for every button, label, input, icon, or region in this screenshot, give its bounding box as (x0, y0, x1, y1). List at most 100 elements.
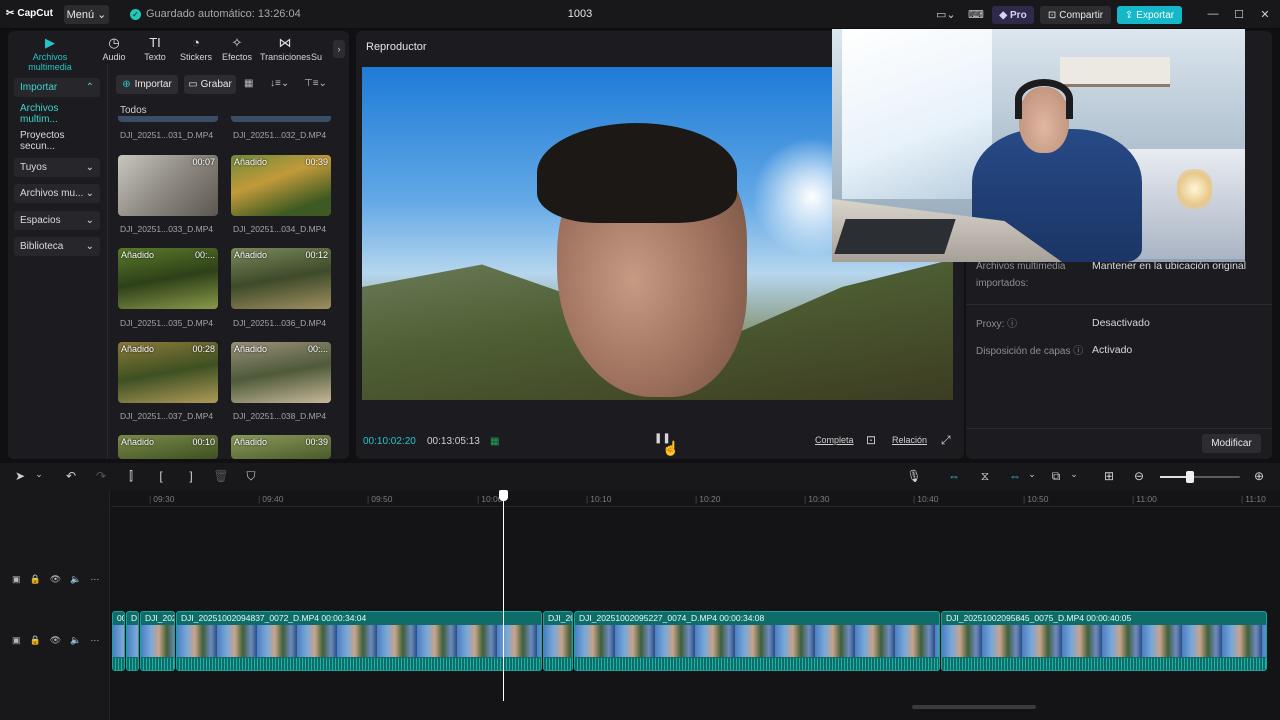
media-thumbnail[interactable]: 00:07 (118, 155, 218, 216)
marker-icon[interactable]: ⛉ (243, 469, 259, 484)
modify-button[interactable]: Modificar (1202, 434, 1261, 453)
focus-icon[interactable]: ⊡ (866, 433, 876, 447)
media-filename: DJI_20251...038_D.MP4 (233, 411, 327, 421)
clip-label: 00 (117, 613, 124, 623)
media-thumbnail[interactable]: Añadido 00:39 (231, 155, 331, 216)
tab-stickers[interactable]: ◔ Stickers (173, 35, 219, 62)
lock-icon[interactable]: 🔒 (30, 574, 41, 585)
sidebar-item-library[interactable]: Biblioteca ⌄ (14, 237, 100, 256)
timeline-clip[interactable]: 00 (112, 611, 125, 671)
preview-axis-icon[interactable]: ⧉ (1048, 469, 1064, 484)
tab-subtitles[interactable]: Su (311, 35, 327, 62)
timeline-clip[interactable]: DJI_20251002095227_0074_D.MP4 00:00:34:0… (574, 611, 940, 671)
timecode-grid-icon[interactable]: ▦ (490, 436, 499, 447)
import-button[interactable]: ⊕ Importar (116, 75, 178, 94)
track-cover-icon[interactable]: ▣ (12, 574, 21, 585)
timeline-clip[interactable]: DJI_20251002094837_0072_D.MP4 00:00:34:0… (176, 611, 542, 671)
record-button[interactable]: ▭ Grabar (184, 75, 236, 94)
delete-icon[interactable]: 🗑 (213, 469, 229, 483)
speaker-icon[interactable]: 🔈 (70, 635, 81, 646)
eye-icon[interactable]: 👁 (50, 635, 61, 646)
sidebar-item-media-files[interactable]: Archivos multim... (14, 103, 100, 125)
share-icon: ⊡ (1047, 9, 1057, 21)
menu-label: Menú (66, 8, 95, 21)
ratio-button[interactable]: Relación (892, 435, 927, 445)
timeline-scrollbar[interactable] (912, 705, 1036, 709)
link-icon[interactable]: ⇔ (1007, 469, 1023, 483)
media-thumbnail[interactable]: Añadido 00:28 (118, 342, 218, 403)
sidebar-item-yours[interactable]: Tuyos ⌄ (14, 158, 100, 177)
pro-button[interactable]: ◆ Pro (992, 6, 1034, 24)
select-tool-icon[interactable]: ➤ (12, 469, 28, 483)
export-button[interactable]: ⇪ Exportar (1117, 6, 1182, 24)
split-left-icon[interactable]: [ (153, 469, 169, 483)
fullscreen-icon[interactable]: ⤢ (941, 433, 951, 448)
clip-label: D (131, 613, 138, 623)
speaker-icon[interactable]: 🔈 (70, 574, 81, 585)
chevron-down-icon[interactable]: ⌄ (31, 469, 47, 480)
eye-icon[interactable]: 👁 (50, 574, 61, 585)
chevron-down-icon[interactable]: ⌄ (1066, 469, 1082, 480)
media-filename: DJI_20251...034_D.MP4 (233, 224, 327, 234)
full-quality-button[interactable]: Completa (815, 435, 854, 445)
split-right-icon[interactable]: ] (183, 469, 199, 483)
sidebar-item-label: Espacios (20, 215, 61, 226)
undo-icon[interactable]: ↶ (63, 469, 79, 483)
media-duration: 00:12 (305, 250, 328, 260)
playhead-line[interactable] (503, 491, 504, 701)
tab-media[interactable]: ▶ Archivos multimedia (10, 35, 90, 72)
timeline-clip[interactable]: DJI_202 (140, 611, 175, 671)
zoom-in-icon[interactable]: ⊕ (1251, 469, 1267, 483)
media-duration: 00:... (307, 344, 328, 354)
minimize-icon[interactable]: — (1206, 8, 1220, 20)
microphone-icon[interactable]: 🎙 (906, 469, 922, 483)
tab-effects[interactable]: ✧ Efectos (214, 35, 260, 62)
main-track-magnet-icon[interactable]: ⇔ (946, 469, 962, 483)
thumbnail-icon[interactable]: ⊞ (1101, 469, 1117, 483)
added-badge: Añadido (234, 250, 268, 260)
shortcuts-icon[interactable]: ⌨ (968, 8, 984, 21)
tab-transitions[interactable]: ⋈ Transiciones (260, 35, 311, 62)
timeline-clip[interactable]: D (126, 611, 139, 671)
grid-view-icon[interactable]: ▦ (244, 78, 253, 89)
close-icon[interactable]: ✕ (1258, 8, 1272, 21)
layout-icon[interactable]: ▭⌄ (936, 8, 956, 21)
timeline-clip[interactable]: DJI_20 (543, 611, 573, 671)
time-ruler[interactable]: 09:30 09:40 09:50 10:00 10:10 10:20 10:3… (111, 491, 1280, 507)
more-icon[interactable]: ⋯ (90, 574, 99, 585)
track-cover-icon[interactable]: ▣ (12, 635, 21, 646)
media-duration: 00:... (194, 250, 215, 260)
sidebar-item-spaces[interactable]: Espacios ⌄ (14, 211, 100, 230)
ruler-tick: 10:10 (586, 494, 611, 504)
redo-icon[interactable]: ↷ (93, 469, 109, 483)
share-button[interactable]: ⊡ Compartir (1040, 6, 1111, 24)
auto-snap-icon[interactable]: ⧖ (977, 469, 993, 484)
sort-icon[interactable]: ↓≡⌄ (270, 78, 289, 89)
tab-audio[interactable]: ◷ Audio (91, 35, 137, 62)
menu-button[interactable]: Menú ⌄ (64, 5, 109, 24)
tabs-next-button[interactable]: › (333, 40, 345, 58)
sidebar-item-media-files-2[interactable]: Archivos mu... ⌄ (14, 184, 100, 203)
zoom-slider-handle[interactable] (1186, 471, 1194, 483)
zoom-out-icon[interactable]: ⊖ (1131, 469, 1147, 483)
sidebar-item-import[interactable]: Importar ⌃ (14, 78, 100, 97)
split-icon[interactable]: ⫿ (123, 469, 139, 484)
media-thumb-partial[interactable] (118, 116, 218, 122)
media-thumbnail[interactable]: Añadido 00:10 (118, 435, 218, 459)
chevron-down-icon[interactable]: ⌄ (1024, 469, 1040, 480)
project-title[interactable]: 1003 (560, 8, 600, 20)
media-thumbnail[interactable]: Añadido 00:12 (231, 248, 331, 309)
webcam-window (842, 29, 992, 199)
media-thumbnail[interactable]: Añadido 00:39 (231, 435, 331, 459)
lock-icon[interactable]: 🔒 (30, 635, 41, 646)
sidebar-item-secondary-projects[interactable]: Proyectos secun... (14, 130, 100, 152)
more-icon[interactable]: ⋯ (90, 635, 99, 646)
timeline-clip[interactable]: DJI_20251002095845_0075_D.MP4 00:00:40:0… (941, 611, 1267, 671)
playhead-handle[interactable] (499, 490, 508, 501)
media-thumb-partial[interactable] (231, 116, 331, 122)
media-thumbnail[interactable]: Añadido 00:... (231, 342, 331, 403)
maximize-icon[interactable]: ☐ (1232, 8, 1246, 21)
tab-text[interactable]: TI Texto (132, 35, 178, 62)
media-thumbnail[interactable]: Añadido 00:... (118, 248, 218, 309)
filter-icon[interactable]: ⊤≡⌄ (304, 78, 327, 89)
